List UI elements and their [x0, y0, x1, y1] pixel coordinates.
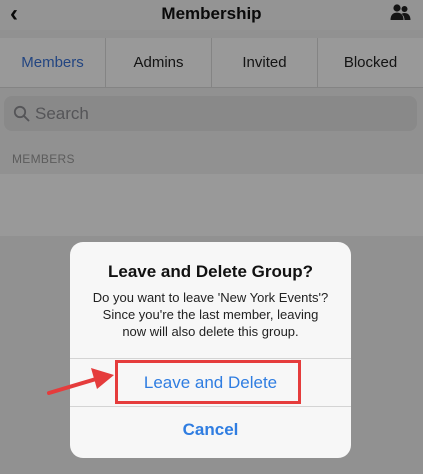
divider — [70, 358, 351, 359]
highlight-box — [115, 360, 301, 404]
arrow-icon — [47, 368, 114, 395]
screen: ‹ Membership Members Admins Invited Bloc… — [0, 0, 423, 474]
dialog-title: Leave and Delete Group? — [108, 262, 313, 281]
dialog-message: Do you want to leave 'New York Events'? … — [92, 290, 329, 339]
alert-dialog: Leave and Delete Group? Do you want to l… — [70, 242, 351, 458]
divider — [70, 406, 351, 407]
cancel-button[interactable]: Cancel — [70, 420, 351, 440]
